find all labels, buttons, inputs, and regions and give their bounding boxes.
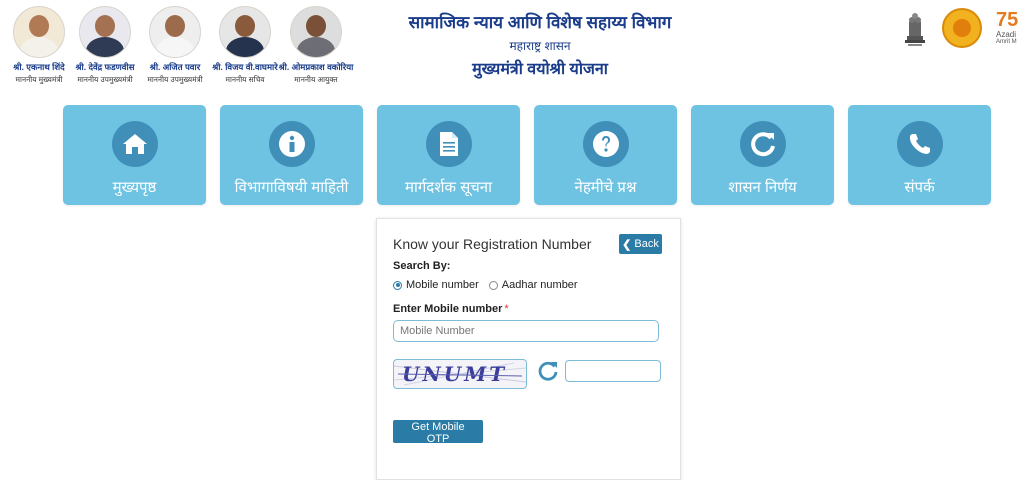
leader-card: श्री. ओमप्रकाश वकोरिया माननीय आयुक्त bbox=[276, 6, 356, 85]
home-icon bbox=[111, 121, 158, 167]
radio-option-aadhar[interactable]: Aadhar number bbox=[488, 279, 578, 291]
radio-mobile[interactable] bbox=[393, 280, 402, 290]
azadi-amrit-mahotsav-logo: 75 Azadi Amrit M bbox=[996, 10, 1019, 45]
nav-tile-label: विभागाविषयी माहिती bbox=[234, 179, 349, 196]
nav-tile-label: नेहमीचे प्रश्न bbox=[574, 179, 637, 196]
required-asterisk: * bbox=[504, 303, 509, 315]
nav-tile-faq[interactable]: नेहमीचे प्रश्न bbox=[534, 105, 677, 205]
back-button-label: Back bbox=[634, 238, 659, 250]
leader-photo bbox=[79, 6, 131, 58]
leader-designation: माननीय आयुक्त bbox=[294, 75, 338, 84]
radio-option-mobile[interactable]: Mobile number bbox=[393, 279, 479, 291]
leader-name: श्री. देवेंद्र फडणवीस bbox=[75, 62, 135, 72]
get-mobile-otp-button[interactable]: Get Mobile OTP bbox=[393, 420, 483, 445]
leader-photo bbox=[219, 6, 271, 58]
government-name: महाराष्ट्र शासन bbox=[509, 39, 571, 53]
mobile-number-input[interactable] bbox=[393, 320, 659, 342]
leader-designation: माननीय सचिव bbox=[225, 75, 265, 84]
nav-tile-department-info[interactable]: विभागाविषयी माहिती bbox=[220, 105, 363, 205]
national-emblem-icon bbox=[902, 8, 928, 48]
radio-aadhar-label: Aadhar number bbox=[501, 279, 578, 291]
radio-aadhar[interactable] bbox=[488, 280, 498, 290]
captcha-image: UNUMT bbox=[393, 359, 527, 389]
nav-tile-label: मार्गदर्शक सूचना bbox=[404, 179, 493, 196]
nav-tile-label: मुख्यपृष्ठ bbox=[112, 179, 157, 196]
department-title: सामाजिक न्याय आणि विशेष सहाय्य विभाग bbox=[408, 13, 672, 32]
back-button[interactable]: ❮ Back bbox=[619, 234, 662, 254]
refresh-captcha-icon[interactable] bbox=[537, 360, 559, 382]
nav-tile-government-resolutions[interactable]: शासन निर्णय bbox=[691, 105, 834, 205]
mobile-field-label: Enter Mobile number * bbox=[393, 303, 509, 315]
nav-tile-label: शासन निर्णय bbox=[728, 179, 797, 196]
leader-photo bbox=[290, 6, 342, 58]
leader-photo bbox=[149, 6, 201, 58]
leader-designation: माननीय उपमुख्यमंत्री bbox=[77, 75, 133, 84]
nav-tile-label: संपर्क bbox=[904, 179, 935, 196]
captcha-input[interactable] bbox=[565, 360, 661, 382]
leader-name: श्री. ओमप्रकाश वकोरिया bbox=[278, 62, 354, 72]
page-header: श्री. एकनाथ शिंदे माननीय मुख्यमंत्री श्र… bbox=[0, 0, 1024, 96]
search-by-options: Mobile number Aadhar number bbox=[393, 279, 588, 291]
refresh-icon bbox=[739, 121, 786, 167]
nav-tile-home[interactable]: मुख्यपृष्ठ bbox=[63, 105, 206, 205]
document-icon bbox=[425, 121, 472, 167]
scheme-title: मुख्यमंत्री वयोश्री योजना bbox=[472, 61, 608, 78]
registration-lookup-card: Know your Registration Number ❮ Back Sea… bbox=[376, 218, 681, 480]
mobile-field-label-text: Enter Mobile number bbox=[393, 303, 503, 315]
leader-card: श्री. विजय वी.वाघमारे माननीय सचिव bbox=[205, 6, 285, 85]
search-by-label: Search By: bbox=[393, 260, 451, 272]
info-icon bbox=[268, 121, 315, 167]
chevron-left-icon: ❮ bbox=[622, 238, 632, 251]
leader-designation: माननीय उपमुख्यमंत्री bbox=[147, 75, 203, 84]
leader-card: श्री. देवेंद्र फडणवीस माननीय उपमुख्यमंत्… bbox=[65, 6, 145, 85]
nav-tile-contact[interactable]: संपर्क bbox=[848, 105, 991, 205]
radio-mobile-label: Mobile number bbox=[406, 279, 479, 291]
leader-photo bbox=[13, 6, 65, 58]
leader-name: श्री. विजय वी.वाघमारे bbox=[212, 62, 278, 72]
leader-name: श्री. अजित पवार bbox=[149, 62, 201, 72]
phone-icon bbox=[896, 121, 943, 167]
header-title-block: सामाजिक न्याय आणि विशेष सहाय्य विभाग महा… bbox=[380, 10, 700, 79]
card-title: Know your Registration Number bbox=[393, 236, 592, 252]
maharashtra-seal-icon bbox=[942, 8, 982, 48]
question-icon bbox=[582, 121, 629, 167]
nav-tile-guidelines[interactable]: मार्गदर्शक सूचना bbox=[377, 105, 520, 205]
leader-card: श्री. अजित पवार माननीय उपमुख्यमंत्री bbox=[135, 6, 215, 85]
